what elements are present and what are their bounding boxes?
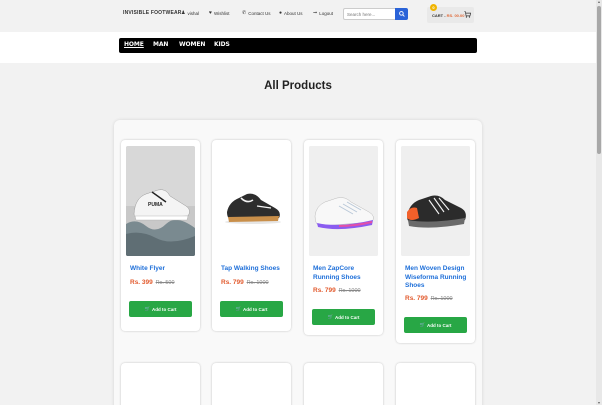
current-price: Rs. 799: [221, 279, 244, 286]
shopping-cart-icon: [464, 11, 471, 18]
product-card[interactable]: [121, 363, 200, 405]
add-to-cart-label: Add to Cart: [152, 306, 177, 312]
search-form: [343, 8, 408, 20]
cart-label: CART - RS. 00.00: [432, 13, 464, 18]
cart-icon: 🛒: [419, 322, 426, 327]
product-price: Rs. 799 Rs. 1000: [221, 279, 269, 286]
current-price: Rs. 799: [405, 295, 428, 302]
category-nav-wrapper: HOME MAN WOMEN KIDS: [0, 32, 596, 63]
search-button[interactable]: [395, 8, 408, 20]
product-card[interactable]: PUMA White Flyer Rs. 399 Rs. 500 🛒 Add t…: [121, 140, 200, 331]
nav-link-about[interactable]: ● About Us: [279, 10, 303, 17]
top-bar: INVISIBLE FOOTWEAR ♟ vishal ♥ Wishlist ✆…: [0, 0, 596, 32]
phone-icon: ✆: [242, 10, 247, 16]
add-to-cart-label: Add to Cart: [243, 306, 268, 312]
add-to-cart-label: Add to Cart: [427, 322, 452, 328]
add-to-cart-button[interactable]: 🛒 Add to Cart: [129, 301, 192, 317]
product-image[interactable]: [217, 146, 286, 256]
current-price: Rs. 799: [313, 287, 336, 294]
product-card[interactable]: [304, 363, 383, 405]
old-price: Rs. 500: [155, 280, 175, 286]
old-price: Rs. 1000: [430, 296, 453, 302]
cart-button[interactable]: 0 CART - RS. 00.00: [427, 4, 474, 23]
search-icon: [398, 11, 405, 17]
scroll-down-arrow-icon[interactable]: ▼: [597, 401, 601, 405]
cart-count-badge: 0: [430, 4, 437, 11]
old-price: Rs. 1000: [338, 288, 361, 294]
cart-icon: 🛒: [327, 314, 334, 319]
nav-link-about-label: About Us: [284, 11, 303, 16]
category-man[interactable]: MAN: [153, 41, 168, 48]
product-image[interactable]: PUMA: [126, 146, 195, 256]
product-price: Rs. 799 Rs. 1000: [405, 295, 453, 302]
svg-text:PUMA: PUMA: [148, 202, 163, 208]
heart-icon: ♥: [209, 10, 212, 16]
product-image[interactable]: [309, 146, 378, 256]
nav-link-contact[interactable]: ✆ Contact Us: [242, 10, 271, 17]
add-to-cart-button[interactable]: 🛒 Add to Cart: [404, 317, 467, 333]
product-card[interactable]: Men ZapCore Running Shoes Rs. 799 Rs. 10…: [304, 140, 383, 335]
nav-link-contact-label: Contact Us: [248, 11, 271, 16]
product-name[interactable]: White Flyer: [130, 265, 196, 274]
nav-link-wishlist[interactable]: ♥ Wishlist: [209, 10, 230, 17]
product-name[interactable]: Tap Walking Shoes: [221, 265, 287, 274]
brand-logo[interactable]: INVISIBLE FOOTWEAR: [123, 10, 182, 16]
category-nav: HOME MAN WOMEN KIDS: [119, 38, 477, 53]
old-price: Rs. 1000: [246, 280, 269, 286]
nav-link-user-label: vishal: [187, 11, 199, 16]
category-kids[interactable]: KIDS: [214, 41, 230, 48]
user-icon: ♟: [181, 10, 186, 16]
cart-icon: 🛒: [144, 306, 151, 311]
page-scrollbar[interactable]: ▲ ▼: [596, 0, 602, 405]
category-home[interactable]: HOME: [124, 41, 144, 48]
product-card[interactable]: [396, 363, 475, 405]
product-name[interactable]: Men ZapCore Running Shoes: [313, 265, 379, 282]
scroll-up-arrow-icon[interactable]: ▲: [597, 0, 601, 4]
add-to-cart-label: Add to Cart: [335, 314, 360, 320]
product-card[interactable]: [212, 363, 291, 405]
page-title: All Products: [264, 80, 332, 92]
search-input[interactable]: [343, 8, 395, 20]
add-to-cart-button[interactable]: 🛒 Add to Cart: [312, 309, 375, 325]
product-price: Rs. 399 Rs. 500: [130, 279, 175, 286]
products-panel: PUMA White Flyer Rs. 399 Rs. 500 🛒 Add t…: [114, 120, 482, 405]
cart-amount: RS. 00.00: [446, 13, 465, 18]
product-card[interactable]: Tap Walking Shoes Rs. 799 Rs. 1000 🛒 Add…: [212, 140, 291, 331]
product-price: Rs. 799 Rs. 1000: [313, 287, 361, 294]
nav-link-user[interactable]: ♟ vishal: [181, 10, 199, 17]
nav-link-wishlist-label: Wishlist: [213, 11, 230, 16]
cart-icon: 🛒: [235, 306, 242, 311]
info-icon: ●: [279, 10, 283, 16]
cart-label-text: CART -: [432, 13, 447, 18]
add-to-cart-button[interactable]: 🛒 Add to Cart: [220, 301, 283, 317]
current-price: Rs. 399: [130, 279, 153, 286]
scrollbar-thumb[interactable]: [597, 6, 601, 154]
product-card[interactable]: Men Woven Design Wiseforma Running Shoes…: [396, 140, 475, 343]
nav-link-logout-label: Logout: [319, 11, 333, 16]
category-women[interactable]: WOMEN: [179, 41, 205, 48]
product-name[interactable]: Men Woven Design Wiseforma Running Shoes: [405, 265, 471, 291]
logout-icon: ➞: [313, 10, 318, 16]
nav-link-logout[interactable]: ➞ Logout: [313, 10, 333, 17]
product-image[interactable]: [401, 146, 470, 256]
